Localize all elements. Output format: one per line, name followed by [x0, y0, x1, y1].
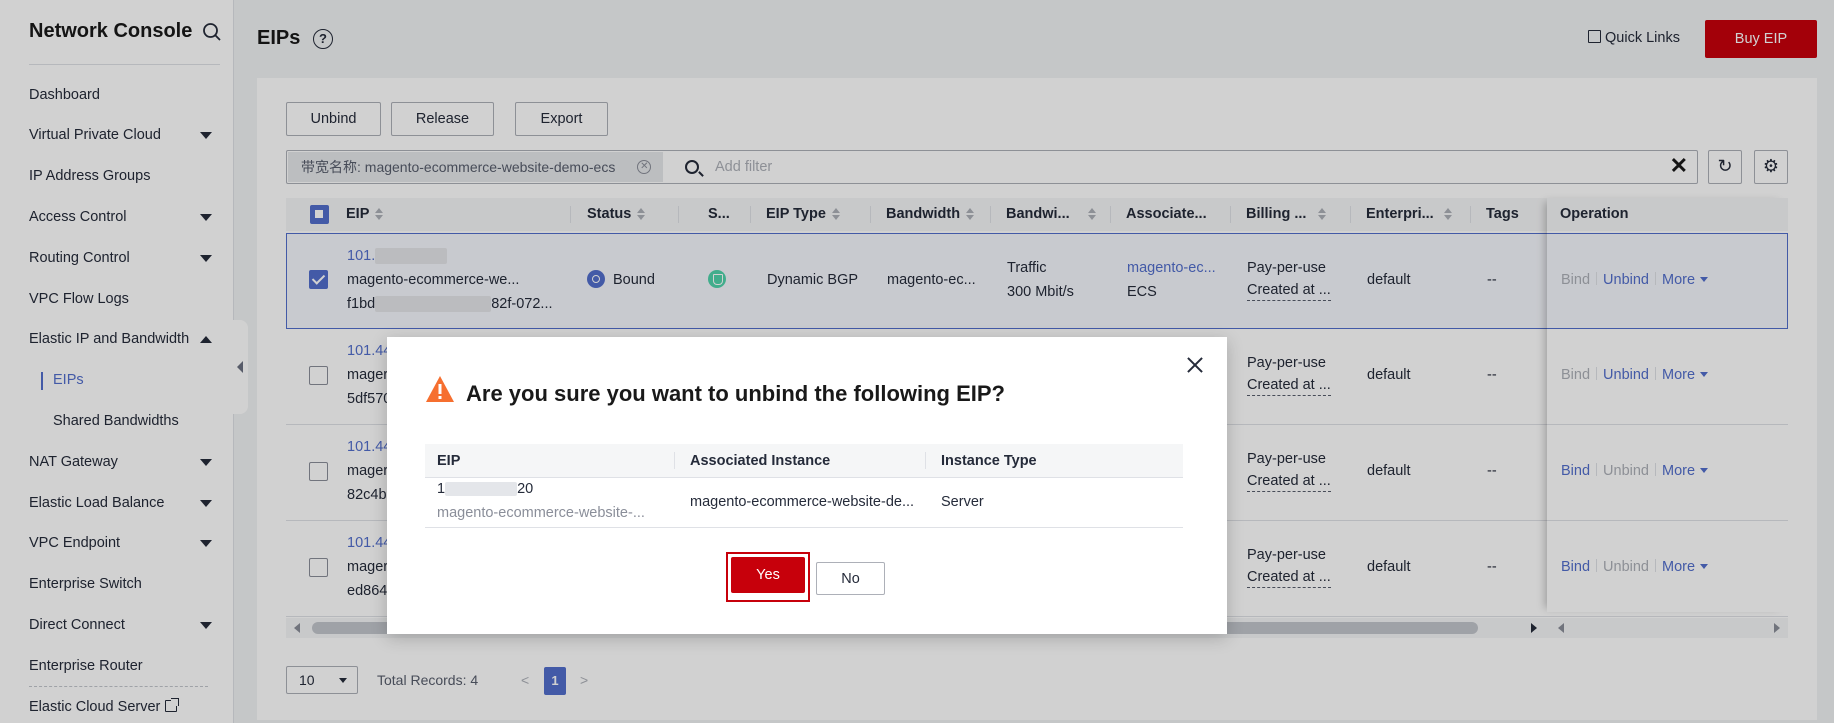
dialog-column-instance-type: Instance Type: [941, 453, 1037, 469]
dialog-column-associated-instance: Associated Instance: [690, 453, 831, 469]
dialog-table-header: EIP Associated Instance Instance Type: [425, 444, 1183, 478]
close-icon[interactable]: [1187, 357, 1203, 373]
dialog-title: Are you sure you want to unbind the foll…: [466, 381, 1005, 406]
dialog-column-eip: EIP: [437, 453, 461, 469]
warning-icon: [426, 376, 454, 402]
dialog-associated-instance: magento-ecommerce-website-de...: [690, 494, 915, 510]
dialog-table-row: 1 20 magento-ecommerce-website-... magent…: [425, 478, 1183, 528]
no-button[interactable]: No: [816, 562, 885, 595]
column-divider: [674, 452, 675, 469]
dialog-eip-name: magento-ecommerce-website-...: [437, 505, 645, 521]
unbind-confirm-dialog: Are you sure you want to unbind the foll…: [387, 337, 1227, 634]
dialog-eip-address: 1 20: [437, 481, 533, 497]
column-divider: [925, 452, 926, 469]
dialog-eip-end: 20: [517, 481, 534, 497]
dialog-eip-start: 1: [437, 481, 446, 497]
dialog-instance-type: Server: [941, 494, 984, 510]
yes-button[interactable]: Yes: [731, 557, 805, 593]
redacted-text: [445, 482, 518, 497]
